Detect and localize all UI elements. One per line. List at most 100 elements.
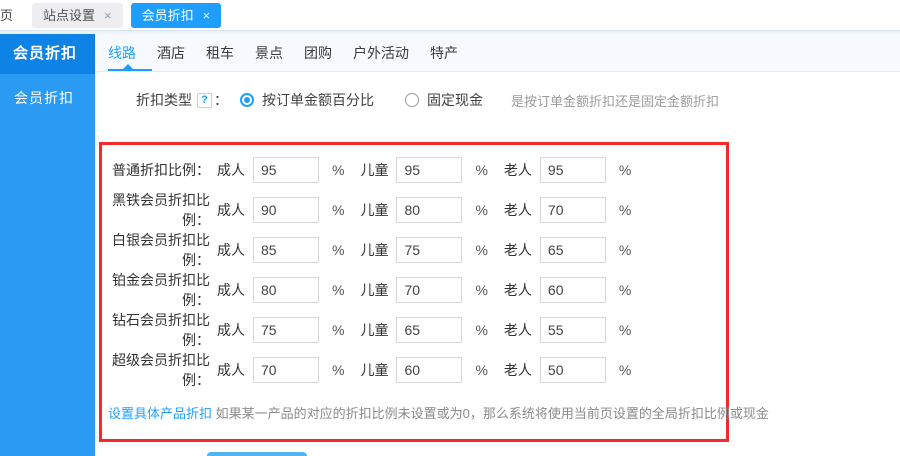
senior-label: 老人 xyxy=(504,360,532,380)
discount-type-label: 折扣类型 xyxy=(136,90,192,110)
child-discount-input[interactable] xyxy=(396,157,462,183)
senior-label: 老人 xyxy=(504,200,532,220)
row-label: 铂金会员折扣比例： xyxy=(102,270,210,310)
discount-type-colon: ： xyxy=(214,90,228,110)
radio-unchecked-icon[interactable] xyxy=(405,93,419,107)
percent-sign: % xyxy=(332,322,344,338)
discount-type-row: 折扣类型 ? ： 按订单金额百分比 固定现金 是按订单金额折扣还是固定金额折扣 xyxy=(136,86,900,114)
discount-type-hint: 是按订单金额折扣还是固定金额折扣 xyxy=(511,91,719,110)
adult-discount-input[interactable] xyxy=(253,237,319,263)
tab-member-discount[interactable]: 会员折扣 × xyxy=(131,3,222,28)
senior-discount-input[interactable] xyxy=(540,317,606,343)
percent-sign: % xyxy=(475,242,487,258)
table-row-normal: 普通折扣比例： 成人 % 儿童 % 老人 % xyxy=(102,150,726,190)
row-label: 黑铁会员折扣比例： xyxy=(102,190,210,230)
child-discount-input[interactable] xyxy=(396,317,462,343)
radio-fixed-cash-label: 固定现金 xyxy=(427,90,483,110)
row-label: 普通折扣比例： xyxy=(102,160,210,180)
child-discount-input[interactable] xyxy=(396,197,462,223)
tab-group-buy[interactable]: 团购 xyxy=(304,34,332,71)
sidebar-item-member-discount[interactable]: 会员折扣 xyxy=(0,88,95,108)
adult-label: 成人 xyxy=(217,200,245,220)
radio-checked-icon[interactable] xyxy=(240,93,254,107)
form-content: 折扣类型 ? ： 按订单金额百分比 固定现金 是按订单金额折扣还是固定金额折扣 xyxy=(95,72,900,456)
child-label: 儿童 xyxy=(360,360,388,380)
tab-site-settings-label: 站点设置 xyxy=(43,3,95,28)
tab-outdoor[interactable]: 户外活动 xyxy=(353,34,409,71)
row-label: 钻石会员折扣比例： xyxy=(102,310,210,350)
senior-label: 老人 xyxy=(504,240,532,260)
senior-label: 老人 xyxy=(504,320,532,340)
table-note: 设置具体产品折扣 如果某一产品的对应的折扣比例未设置或为0，那么系统将使用当前页… xyxy=(108,403,720,422)
table-row-super: 超级会员折扣比例： 成人 % 儿童 % 老人 % xyxy=(102,350,726,390)
child-label: 儿童 xyxy=(360,240,388,260)
table-row-platinum: 铂金会员折扣比例： 成人 % 儿童 % 老人 % xyxy=(102,270,726,310)
tab-member-discount-label: 会员折扣 xyxy=(142,3,194,28)
child-label: 儿童 xyxy=(360,280,388,300)
table-row-silver: 白银会员折扣比例： 成人 % 儿童 % 老人 % xyxy=(102,230,726,270)
percent-sign: % xyxy=(475,282,487,298)
senior-discount-input[interactable] xyxy=(540,157,606,183)
senior-discount-input[interactable] xyxy=(540,357,606,383)
tab-routes[interactable]: 线路 xyxy=(108,34,136,71)
tab-car-rental[interactable]: 租车 xyxy=(206,34,234,71)
category-tabs: 线路 酒店 租车 景点 团购 户外活动 特产 xyxy=(95,34,900,72)
main-area: 会员折扣 会员折扣 线路 酒店 租车 景点 团购 户外活动 特产 折扣类型 ? … xyxy=(0,34,900,456)
adult-label: 成人 xyxy=(217,320,245,340)
percent-sign: % xyxy=(619,322,631,338)
child-label: 儿童 xyxy=(360,320,388,340)
percent-sign: % xyxy=(475,162,487,178)
adult-label: 成人 xyxy=(217,240,245,260)
table-row-diamond: 钻石会员折扣比例： 成人 % 儿童 % 老人 % xyxy=(102,310,726,350)
adult-discount-input[interactable] xyxy=(253,317,319,343)
adult-label: 成人 xyxy=(217,360,245,380)
senior-label: 老人 xyxy=(504,160,532,180)
table-note-text: 如果某一产品的对应的折扣比例未设置或为0，那么系统将使用当前页设置的全局折扣比例… xyxy=(216,406,769,421)
set-product-discount-link[interactable]: 设置具体产品折扣 xyxy=(108,406,212,421)
adult-discount-input[interactable] xyxy=(253,197,319,223)
help-icon[interactable]: ? xyxy=(197,93,212,108)
close-icon[interactable]: × xyxy=(203,9,211,22)
tab-attractions[interactable]: 景点 xyxy=(255,34,283,71)
table-row-black-iron: 黑铁会员折扣比例： 成人 % 儿童 % 老人 % xyxy=(102,190,726,230)
radio-percentage-option[interactable]: 按订单金额百分比 xyxy=(240,90,374,110)
percent-sign: % xyxy=(619,162,631,178)
row-label: 超级会员折扣比例： xyxy=(102,350,210,390)
row-label: 白银会员折扣比例： xyxy=(102,230,210,270)
adult-discount-input[interactable] xyxy=(253,157,319,183)
percent-sign: % xyxy=(332,242,344,258)
sidebar: 会员折扣 会员折扣 xyxy=(0,34,95,456)
percent-sign: % xyxy=(619,242,631,258)
percent-sign: % xyxy=(475,362,487,378)
adult-label: 成人 xyxy=(217,280,245,300)
senior-label: 老人 xyxy=(504,280,532,300)
sidebar-header-member-discount[interactable]: 会员折扣 xyxy=(0,34,95,74)
tab-hotel[interactable]: 酒店 xyxy=(157,34,185,71)
tab-home[interactable]: 首页 xyxy=(0,3,24,28)
radio-fixed-cash-option[interactable]: 固定现金 xyxy=(405,90,483,110)
senior-discount-input[interactable] xyxy=(540,237,606,263)
child-discount-input[interactable] xyxy=(396,237,462,263)
adult-label: 成人 xyxy=(217,160,245,180)
child-discount-input[interactable] xyxy=(396,357,462,383)
child-discount-input[interactable] xyxy=(396,277,462,303)
adult-discount-input[interactable] xyxy=(253,357,319,383)
save-button[interactable]: 保存 xyxy=(207,452,307,456)
close-icon[interactable]: × xyxy=(104,9,112,22)
percent-sign: % xyxy=(475,202,487,218)
child-label: 儿童 xyxy=(360,160,388,180)
member-discount-page: 首页 站点设置 × 会员折扣 × 会员折扣 会员折扣 线路 酒店 租车 景点 团… xyxy=(0,0,900,456)
percent-sign: % xyxy=(332,362,344,378)
child-label: 儿童 xyxy=(360,200,388,220)
senior-discount-input[interactable] xyxy=(540,197,606,223)
senior-discount-input[interactable] xyxy=(540,277,606,303)
percent-sign: % xyxy=(619,202,631,218)
content-wrap: 线路 酒店 租车 景点 团购 户外活动 特产 折扣类型 ? ： 按订单金额百分比 xyxy=(95,34,900,456)
percent-sign: % xyxy=(332,202,344,218)
percent-sign: % xyxy=(619,362,631,378)
tab-site-settings[interactable]: 站点设置 × xyxy=(32,3,123,28)
tab-specialty[interactable]: 特产 xyxy=(430,34,458,71)
discount-table: 普通折扣比例： 成人 % 儿童 % 老人 % 黑铁会员折扣比例： 成人 xyxy=(99,142,729,442)
adult-discount-input[interactable] xyxy=(253,277,319,303)
top-tab-bar: 首页 站点设置 × 会员折扣 × xyxy=(0,0,900,30)
